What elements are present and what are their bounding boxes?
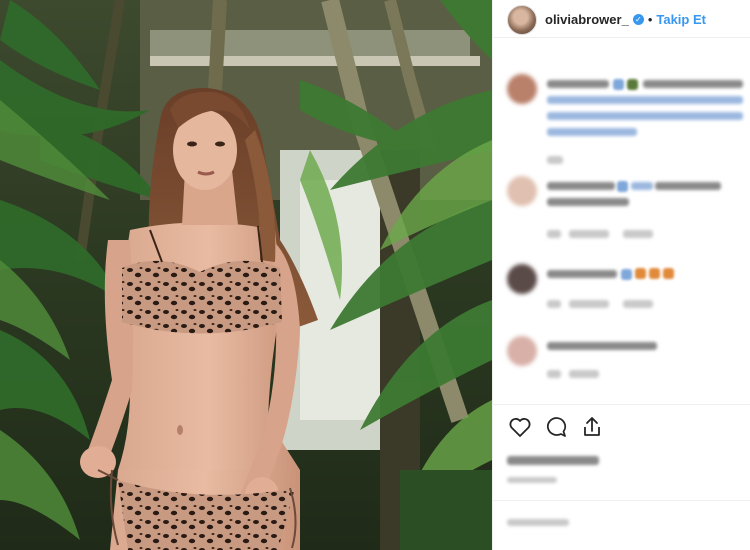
blurred-likes	[569, 230, 609, 238]
list-item	[507, 336, 750, 386]
blurred-timestamp	[547, 156, 563, 164]
heart-icon[interactable]	[507, 414, 533, 440]
blurred-text	[655, 182, 721, 190]
post-photo[interactable]	[0, 0, 492, 550]
follow-button[interactable]: Takip Et	[656, 12, 706, 27]
blurred-emoji	[617, 181, 628, 192]
blurred-emoji	[627, 79, 638, 90]
list-item	[507, 176, 750, 246]
comment-icon[interactable]	[543, 414, 569, 440]
blurred-emoji	[663, 268, 674, 279]
post-sidebar: oliviabrower_ ✓ • Takip Et	[492, 0, 750, 550]
action-bar	[507, 414, 605, 440]
blurred-emoji	[635, 268, 646, 279]
add-comment-row[interactable]	[493, 500, 750, 550]
blurred-hashtags[interactable]	[547, 128, 637, 136]
blurred-likes	[569, 300, 609, 308]
blurred-post-date	[507, 477, 557, 483]
blurred-reply[interactable]	[623, 300, 653, 308]
photo-illustration	[0, 0, 492, 550]
commenter-avatar[interactable]	[507, 264, 537, 294]
commenter-avatar[interactable]	[507, 176, 537, 206]
blurred-text	[547, 80, 609, 88]
blurred-text	[547, 342, 657, 350]
blurred-reply[interactable]	[569, 370, 599, 378]
blurred-hashtags[interactable]	[547, 96, 743, 104]
instagram-post: oliviabrower_ ✓ • Takip Et	[0, 0, 750, 550]
verified-badge-icon: ✓	[632, 14, 644, 25]
blurred-timestamp	[547, 370, 561, 378]
blurred-text	[547, 198, 629, 206]
blurred-like-count[interactable]	[507, 456, 599, 465]
post-header: oliviabrower_ ✓ • Takip Et	[493, 2, 750, 38]
blurred-timestamp	[547, 300, 561, 308]
actions-divider	[493, 404, 750, 405]
blurred-text	[547, 182, 615, 190]
blurred-timestamp	[547, 230, 561, 238]
blurred-hashtags[interactable]	[547, 112, 743, 120]
blurred-text	[631, 182, 653, 190]
author-username[interactable]: oliviabrower_	[545, 12, 629, 27]
blurred-emoji	[621, 269, 632, 280]
list-item	[507, 264, 750, 324]
blurred-emoji	[613, 79, 624, 90]
blurred-emoji	[649, 268, 660, 279]
share-icon[interactable]	[579, 414, 605, 440]
blurred-comment-placeholder[interactable]	[507, 519, 569, 526]
commenter-avatar[interactable]	[507, 336, 537, 366]
blurred-text	[547, 270, 617, 278]
blurred-reply[interactable]	[623, 230, 653, 238]
author-avatar[interactable]	[507, 4, 537, 35]
blurred-text	[643, 80, 743, 88]
header-separator: •	[647, 12, 653, 27]
commenter-avatar[interactable]	[507, 74, 537, 104]
